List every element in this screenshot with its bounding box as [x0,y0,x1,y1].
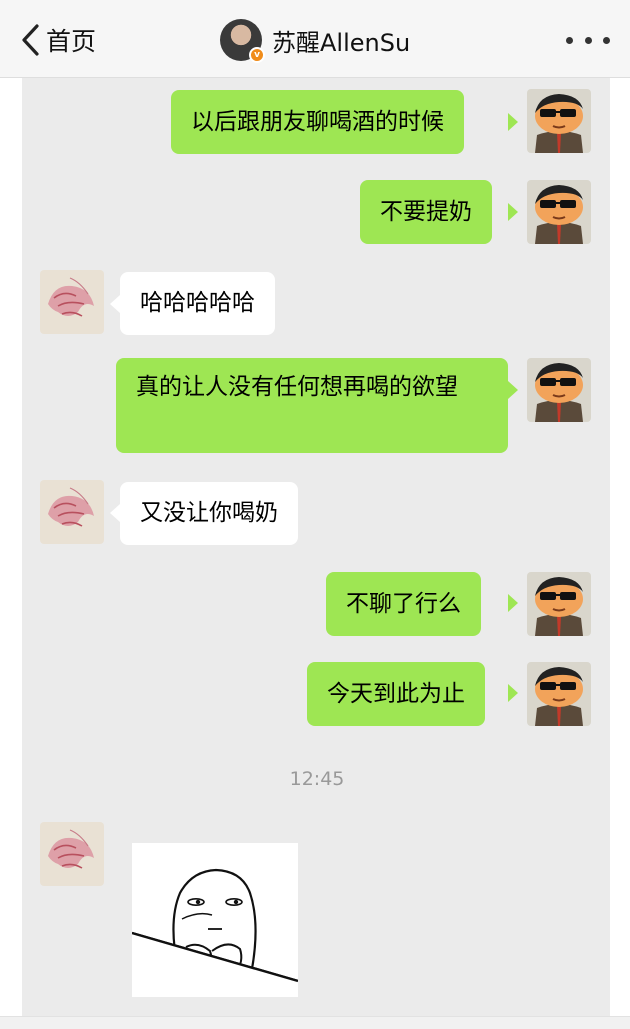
my-avatar[interactable] [527,89,591,153]
message-bubble-received[interactable]: 又没让你喝奶 [120,482,298,545]
contact-avatar[interactable] [40,480,104,544]
chevron-left-icon [22,24,39,56]
cartoon-avatar-icon [527,89,591,153]
sketch-avatar-icon [40,270,104,334]
cartoon-avatar-icon [527,180,591,244]
message-text: 哈哈哈哈哈 [140,290,255,316]
bubble-tail [110,504,120,522]
message-timestamp: 12:45 [289,768,345,790]
my-avatar[interactable] [527,572,591,636]
my-avatar[interactable] [527,180,591,244]
bottom-input-edge [0,1016,630,1029]
message-text: 以后跟朋友聊喝酒的时候 [191,109,444,135]
message-bubble-sent[interactable]: 不聊了行么 [326,572,481,636]
message-bubble-sent[interactable]: 不要提奶 [360,180,492,244]
bubble-tail [508,381,518,399]
cartoon-avatar-icon [527,358,591,422]
bubble-tail [110,295,120,313]
my-avatar[interactable] [527,358,591,422]
message-text: 真的让人没有任何想再喝的欲望 [136,374,458,400]
navigation-bar: 首页 v 苏醒AllenSu [0,0,630,78]
message-text: 今天到此为止 [327,681,465,707]
staring-face-icon [131,843,299,997]
message-text: 不聊了行么 [346,591,461,617]
sketch-avatar-icon [40,822,104,886]
contact-avatar: v [220,19,265,63]
my-avatar[interactable] [527,662,591,726]
bubble-tail [508,594,518,612]
staring-face-sticker[interactable] [131,843,299,997]
message-text: 不要提奶 [380,199,472,225]
bubble-tail [508,684,518,702]
back-label: 首页 [46,27,97,56]
more-dots-icon[interactable] [566,34,610,46]
contact-name: 苏醒AllenSu [272,28,411,57]
message-bubble-sent[interactable]: 今天到此为止 [307,662,485,726]
bubble-tail [508,113,518,131]
message-text: 又没让你喝奶 [140,500,278,526]
contact-avatar[interactable] [40,270,104,334]
back-button[interactable]: 首页 [18,20,96,60]
verified-badge-icon: v [249,47,265,63]
cartoon-avatar-icon [527,572,591,636]
bubble-tail [508,203,518,221]
conversation-title[interactable]: v 苏醒AllenSu [220,17,410,63]
sketch-avatar-icon [40,480,104,544]
message-bubble-received[interactable]: 哈哈哈哈哈 [120,272,275,335]
chat-area[interactable]: 以后跟朋友聊喝酒的时候 不要提奶 哈哈哈哈哈 真的让人没有任何想再喝的欲望 又没… [22,78,610,1016]
message-bubble-sent[interactable]: 真的让人没有任何想再喝的欲望 [116,358,508,453]
message-bubble-sent[interactable]: 以后跟朋友聊喝酒的时候 [171,90,464,154]
contact-avatar[interactable] [40,822,104,886]
cartoon-avatar-icon [527,662,591,726]
